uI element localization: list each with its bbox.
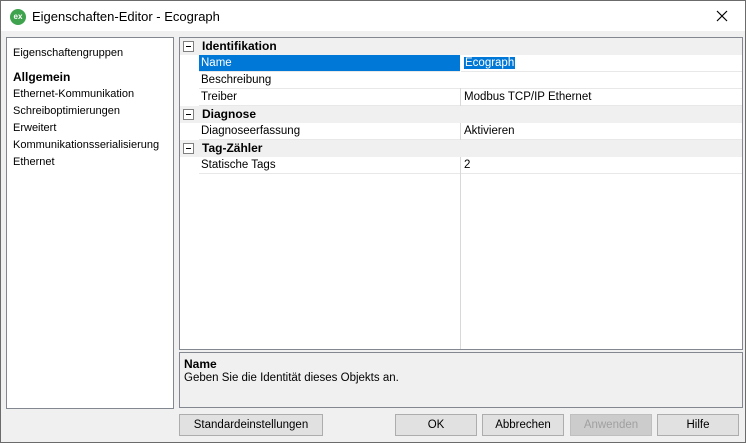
group-item-kommunikationsserialisierung[interactable]: Kommunikationsserialisierung bbox=[13, 137, 159, 154]
cancel-button[interactable]: Abbrechen bbox=[482, 414, 564, 436]
app-icon: ex bbox=[10, 9, 26, 25]
property-value[interactable]: Aktivieren bbox=[461, 123, 742, 140]
group-item-ethernet-kommunikation[interactable]: Ethernet-Kommunikation bbox=[13, 86, 159, 103]
property-row-statische-tags[interactable]: Statische Tags 2 bbox=[180, 157, 742, 174]
property-value[interactable] bbox=[461, 72, 742, 89]
collapse-icon[interactable] bbox=[183, 109, 194, 120]
group-item-erweitert[interactable]: Erweitert bbox=[13, 120, 159, 137]
category-row-tag-zaehler[interactable]: Tag-Zähler bbox=[180, 140, 742, 157]
property-grid: Identifikation Name Ecograph Beschreibun… bbox=[179, 37, 743, 350]
property-row-treiber[interactable]: Treiber Modbus TCP/IP Ethernet bbox=[180, 89, 742, 106]
collapse-icon[interactable] bbox=[183, 41, 194, 52]
title-bar: ex Eigenschaften-Editor - Ecograph bbox=[0, 0, 746, 31]
close-button[interactable] bbox=[705, 5, 739, 27]
apply-button[interactable]: Anwenden bbox=[570, 414, 652, 436]
group-item-allgemein[interactable]: Allgemein bbox=[13, 69, 159, 86]
property-value[interactable]: 2 bbox=[461, 157, 742, 174]
help-button[interactable]: Hilfe bbox=[657, 414, 739, 436]
category-label: Tag-Zähler bbox=[202, 141, 263, 155]
window-title: Eigenschaften-Editor - Ecograph bbox=[32, 9, 220, 24]
dialog-body: Eigenschaftengruppen Allgemein Ethernet-… bbox=[0, 31, 746, 443]
property-value-text[interactable]: Ecograph bbox=[464, 57, 516, 69]
property-name[interactable]: Statische Tags bbox=[199, 157, 460, 174]
property-row-name[interactable]: Name Ecograph bbox=[180, 55, 742, 72]
ok-button[interactable]: OK bbox=[395, 414, 477, 436]
category-label: Diagnose bbox=[202, 107, 257, 121]
group-item-ethernet[interactable]: Ethernet bbox=[13, 154, 159, 171]
close-icon bbox=[716, 10, 728, 22]
property-groups-header: Eigenschaftengruppen bbox=[13, 47, 124, 59]
property-name[interactable]: Name bbox=[199, 55, 460, 72]
property-name[interactable]: Beschreibung bbox=[199, 72, 460, 89]
property-row-beschreibung[interactable]: Beschreibung bbox=[180, 72, 742, 89]
category-row-identifikation[interactable]: Identifikation bbox=[180, 38, 742, 55]
category-label: Identifikation bbox=[202, 39, 277, 53]
help-text: Geben Sie die Identität dieses Objekts a… bbox=[184, 372, 399, 384]
collapse-icon[interactable] bbox=[183, 143, 194, 154]
help-panel: Name Geben Sie die Identität dieses Obje… bbox=[179, 352, 743, 408]
property-row-diagnoseerfassung[interactable]: Diagnoseerfassung Aktivieren bbox=[180, 123, 742, 140]
category-row-diagnose[interactable]: Diagnose bbox=[180, 106, 742, 123]
help-title: Name bbox=[184, 357, 217, 371]
property-value[interactable]: Modbus TCP/IP Ethernet bbox=[461, 89, 742, 106]
property-groups-list: Allgemein Ethernet-Kommunikation Schreib… bbox=[13, 69, 159, 171]
defaults-button[interactable]: Standardeinstellungen bbox=[179, 414, 323, 436]
property-name[interactable]: Treiber bbox=[199, 89, 460, 106]
property-name[interactable]: Diagnoseerfassung bbox=[199, 123, 460, 140]
property-groups-panel: Eigenschaftengruppen Allgemein Ethernet-… bbox=[6, 37, 174, 409]
property-value-input[interactable]: Ecograph bbox=[461, 55, 742, 72]
group-item-schreiboptimierungen[interactable]: Schreiboptimierungen bbox=[13, 103, 159, 120]
